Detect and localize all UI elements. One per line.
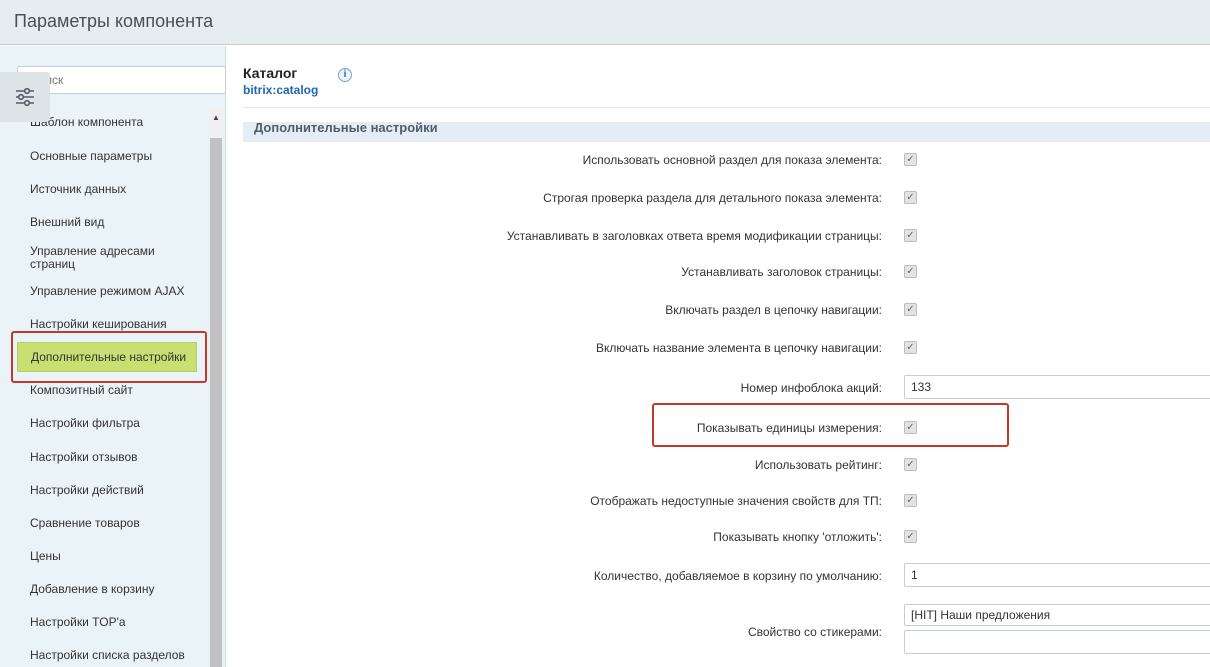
sidebar-item-appearance[interactable]: Внешний вид [30,216,190,229]
sidebar-item-data-source[interactable]: Источник данных [30,183,190,196]
param-label: Количество, добавляемое в корзину по умо… [593,569,882,583]
param-label: Номер инфоблока акций: [740,381,882,395]
param-label: Устанавливать в заголовках ответа время … [506,229,882,243]
sidebar-item-caching[interactable]: Настройки кеширования [30,318,190,331]
param-checkbox[interactable]: ✓ [904,229,917,242]
param-checkbox[interactable]: ✓ [904,458,917,471]
sidebar-item-main-params[interactable]: Основные параметры [30,150,190,163]
sticker-property-extra[interactable] [904,630,1210,654]
param-checkbox[interactable]: ✓ [904,341,917,354]
sidebar-item-url-management[interactable]: Управление адресами страниц [30,245,190,271]
param-label: Отображать недоступные значения свойств … [590,494,882,508]
param-label: Включать раздел в цепочку навигации: [665,303,882,317]
window-title: Параметры компонента [14,11,214,31]
window-header: Параметры компонента [0,0,1210,45]
param-checkbox[interactable]: ✓ [904,303,917,316]
sliders-icon [16,87,34,107]
highlight-box-units [652,403,1009,447]
info-icon[interactable]: i [338,68,352,82]
main-panel: Каталог i bitrix:catalog Дополнительные … [226,46,1210,667]
header-divider [243,107,1210,108]
highlight-box-active-item [11,331,207,383]
param-label: Строгая проверка раздела для детального … [543,191,882,205]
sidebar-item-prices[interactable]: Цены [30,550,190,563]
component-code: bitrix:catalog [243,83,319,97]
param-label: Устанавливать заголовок страницы: [681,265,882,279]
sticker-property-select[interactable]: [HIT] Наши предложения [904,604,1210,626]
param-checkbox[interactable]: ✓ [904,265,917,278]
param-label: Включать название элемента в цепочку нав… [595,341,882,355]
param-checkbox[interactable]: ✓ [904,494,917,507]
scroll-thumb[interactable] [210,138,222,667]
sidebar-scrollbar[interactable]: ▲ [209,108,223,667]
param-checkbox[interactable]: ✓ [904,153,917,166]
param-label: Использовать основной раздел для показа … [582,153,882,167]
sidebar-item-template[interactable]: Шаблон компонента [30,116,190,129]
sidebar-item-actions[interactable]: Настройки действий [30,484,190,497]
sidebar-item-ajax[interactable]: Управление режимом AJAX [30,285,190,298]
default-quantity-input[interactable]: 1 [904,563,1210,587]
param-checkbox[interactable]: ✓ [904,191,917,204]
sidebar-item-reviews[interactable]: Настройки отзывов [30,451,190,464]
settings-toggle-button[interactable] [0,72,50,122]
sidebar-item-section-list[interactable]: Настройки списка разделов [30,649,190,662]
promo-iblock-input[interactable]: 133 [904,375,1210,399]
param-label: Использовать рейтинг: [754,458,882,472]
sidebar-item-top[interactable]: Настройки TOP'а [30,616,190,629]
section-title: Дополнительные настройки [254,120,438,135]
sidebar-item-compare[interactable]: Сравнение товаров [30,517,190,530]
param-checkbox[interactable]: ✓ [904,530,917,543]
component-title: Каталог [243,65,298,81]
scroll-up-arrow-icon[interactable]: ▲ [209,108,223,126]
sidebar-item-filter[interactable]: Настройки фильтра [30,417,190,430]
section-header: Дополнительные настройки [243,120,1210,142]
sidebar-item-composite[interactable]: Композитный сайт [30,384,190,397]
param-label: Свойство со стикерами: [747,625,882,639]
sidebar-item-add-to-cart[interactable]: Добавление в корзину [30,583,190,596]
param-label: Показывать кнопку 'отложить': [713,530,882,544]
